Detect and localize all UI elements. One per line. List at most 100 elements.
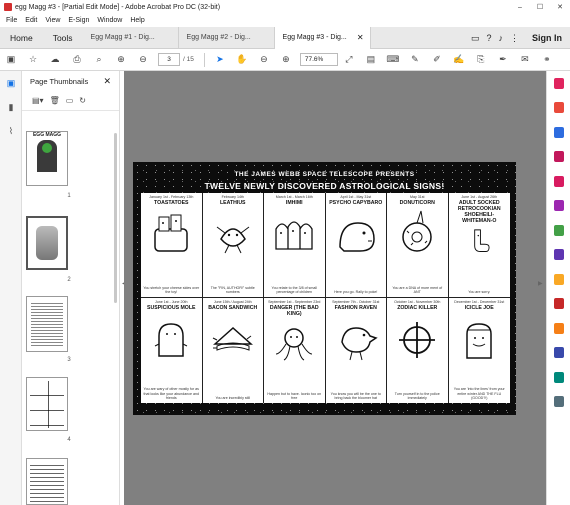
menu-file[interactable]: File [6,17,17,24]
collapse-right-icon[interactable]: ▶ [538,280,543,287]
delete-page-icon[interactable]: 🗑 [50,96,60,105]
save-icon[interactable]: ▣ [4,53,18,67]
sign-name: BACON SANDWICH [208,305,258,311]
sign-name: DONUTICORN [399,200,435,206]
search-icon[interactable]: ⌕ [92,53,106,67]
menu-help[interactable]: Help [130,17,144,24]
comment-tool-icon[interactable] [547,71,570,96]
nav-home[interactable]: Home [0,27,43,49]
page-thumbnail-3[interactable] [26,296,68,352]
zoom-out-icon[interactable]: ⊖ [257,53,271,67]
select-cursor-icon[interactable]: ➤ [213,53,227,67]
sign-dates: June 1st - August 26th [461,195,498,199]
doc-tab-3[interactable]: Egg Magg #3 - Dig... ✕ [274,26,371,49]
measure-icon[interactable] [547,365,570,390]
edit-pdf-icon[interactable] [547,169,570,194]
sign-desc: You are a DNA of more ment of ANT [392,285,443,294]
thumbnails-scrollbar[interactable] [114,133,117,303]
sign-desc: Turn yourself in to the police immediate… [394,391,440,400]
page-thumbnail-2[interactable] [26,216,68,270]
rotate-page-icon[interactable]: ↻ [79,96,86,105]
doc-tab-label: Egg Magg #1 - Dig... [90,34,155,41]
page-up-icon[interactable]: ⊕ [114,53,128,67]
enhance-scans-icon[interactable] [547,218,570,243]
page-title: TWELVE NEWLY DISCOVERED ASTROLOGICAL SIG… [204,181,445,191]
send-review-icon[interactable] [547,267,570,292]
page-down-icon[interactable]: ⊖ [136,53,150,67]
page-thumbnail-4[interactable] [26,377,68,431]
draw-icon[interactable]: ✍ [452,53,466,67]
thumb-caption: EGG MAGG [32,132,62,138]
donuticorn-drawing [402,210,432,252]
upload-cloud-icon[interactable]: ☁ [48,53,62,67]
keyboard-icon[interactable]: ⌨ [386,53,400,67]
export-pdf-icon[interactable] [547,120,570,145]
close-tab-icon[interactable]: ✕ [357,33,364,42]
create-pdf-icon[interactable] [547,96,570,121]
page-thumbnails-icon[interactable]: ▣ [0,71,22,95]
window-title: egg Magg #3 - [Partial Edit Mode] - Adob… [15,3,221,11]
grid-apps-icon[interactable]: ⋮ [510,33,519,44]
page-number-input[interactable]: 3 [158,53,180,66]
bookmarks-icon[interactable]: ▮ [0,95,22,119]
doc-tab-2[interactable]: Egg Magg #2 - Dig... [179,26,275,49]
zoom-level-select[interactable]: 77.6% [299,53,338,66]
organize-pages-icon[interactable] [547,145,570,170]
sign-cell: September 1st - September 23rd DANGER (TH… [264,298,326,403]
sign-name: SUSPICIOUS MOLE [147,305,196,311]
protect-icon[interactable] [547,243,570,268]
bookmark-star-icon[interactable]: ☆ [26,53,40,67]
sign-name: PSYCHO CAPYBARO [329,200,383,206]
sign-dates: January 1st - February 13th [149,195,194,199]
comic-panels [30,381,64,428]
thumb-options-icon[interactable]: ▤▾ [32,96,44,105]
fill-sign-icon[interactable] [547,194,570,219]
attachments-icon[interactable]: ⌇ [0,119,22,143]
fit-page-icon[interactable]: ⤢ [342,53,356,67]
bell-icon[interactable]: ♪ [499,33,504,43]
shield-icon[interactable] [547,341,570,366]
sign-desc: You are sorry. [468,289,491,294]
sign-cell: September 7th - October 31st FASHION RAVE… [326,298,387,403]
title-bar: egg Magg #3 - [Partial Edit Mode] - Adob… [0,0,570,14]
scroll-mode-icon[interactable]: ▤ [364,53,378,67]
prepare-form-icon[interactable] [547,292,570,317]
close-panel-icon[interactable]: ✕ [103,76,111,87]
sign-name: IMHIMI [285,200,303,206]
page-thumbnail-5[interactable] [26,458,68,505]
sign-desc: Happen but to have. Iconic too on free [267,391,322,400]
share-link-icon[interactable]: ⚭ [540,53,554,67]
print-icon[interactable]: ⎙ [70,53,84,67]
text-page-lines [31,301,63,347]
menu-view[interactable]: View [45,17,60,24]
stamp-tool-icon[interactable] [547,316,570,341]
hand-tool-icon[interactable]: ✋ [235,53,249,67]
maximize-button[interactable]: ☐ [530,0,550,14]
sign-in-button[interactable]: Sign In [532,33,562,43]
close-window-button[interactable]: ✕ [550,0,570,14]
sign-dates: June 1st - June 20th [154,300,188,304]
help-icon[interactable]: ? [486,33,491,43]
page-thumbnail-1[interactable]: EGG MAGG [26,131,68,186]
sign-dates: May 31st [409,195,425,199]
more-tools-icon[interactable] [547,390,570,415]
stamp-icon[interactable]: ⎘ [474,53,488,67]
highlight-icon[interactable]: ✐ [430,53,444,67]
minimize-button[interactable]: – [510,0,530,14]
acrobat-logo-icon [4,3,12,11]
mail-icon[interactable]: ✉ [518,53,532,67]
zoom-in-icon[interactable]: ⊕ [279,53,293,67]
tab-bar: Home Tools Egg Magg #1 - Dig... Egg Magg… [0,26,570,49]
comment-icon[interactable]: ✎ [408,53,422,67]
cover-figure [37,140,57,172]
insert-page-icon[interactable]: ▭ [66,96,74,105]
menu-edit[interactable]: Edit [25,17,37,24]
nav-tools[interactable]: Tools [43,27,83,49]
menu-window[interactable]: Window [97,17,122,24]
thumb-number: 4 [67,437,71,443]
chat-icon[interactable]: ▭ [471,33,480,44]
sign-icon[interactable]: ✒ [496,53,510,67]
menu-esign[interactable]: E-Sign [68,17,89,24]
doc-tab-1[interactable]: Egg Magg #1 - Dig... [83,26,179,49]
pdf-page: THE JAMES WEBB SPACE TELESCOPE PRESENTS … [133,162,516,415]
